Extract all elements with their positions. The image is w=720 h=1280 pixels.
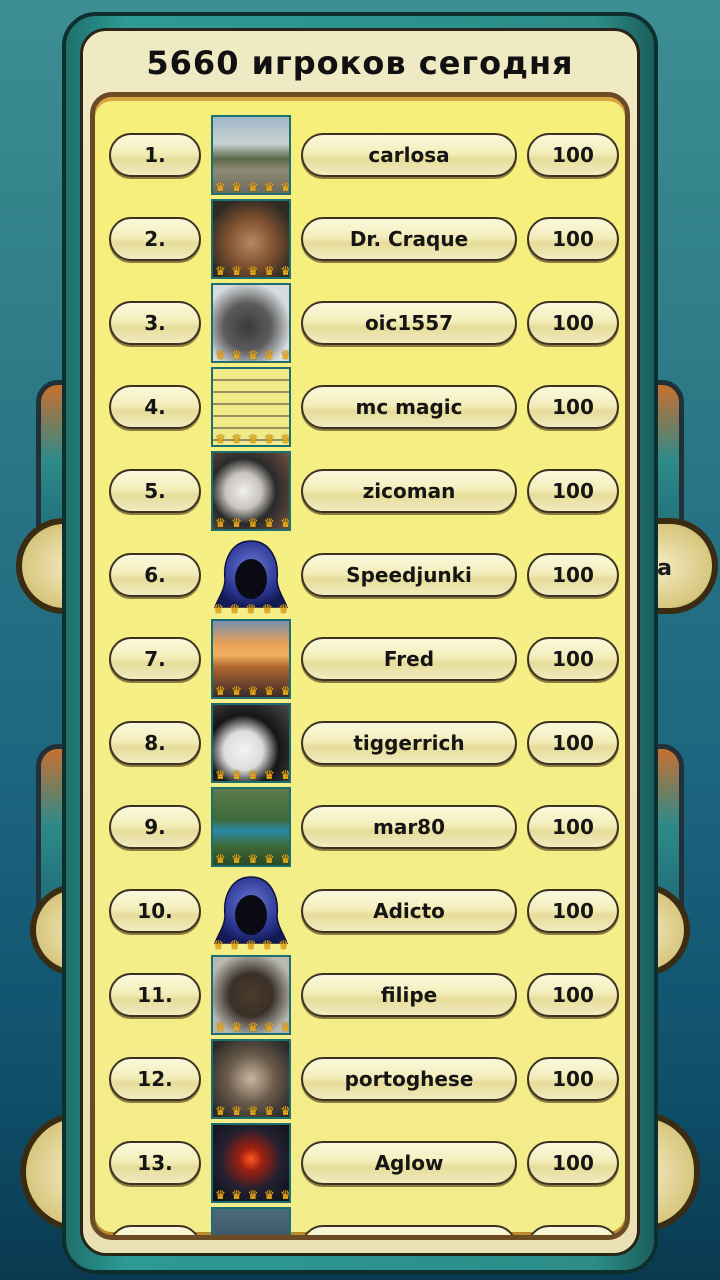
player-name-button[interactable]: Fred (301, 637, 517, 681)
rank-badge: 7. (109, 637, 201, 681)
leaderboard-row[interactable]: 9. ♛ ♛ ♛ ♛ ♛ mar80 100 (95, 769, 625, 867)
player-name-button[interactable]: portoghese (301, 1057, 517, 1101)
rank-badge: 13. (109, 1141, 201, 1185)
player-score: 100 (527, 217, 619, 261)
player-score: 100 (527, 1141, 619, 1185)
rank-badge: 6. (109, 553, 201, 597)
rank-badge: 1. (109, 133, 201, 177)
rank-badge: 9. (109, 805, 201, 849)
player-name-button[interactable]: Adicto (301, 889, 517, 933)
player-name-button[interactable]: Speedjunki (301, 553, 517, 597)
rank-badge: 10. (109, 889, 201, 933)
player-score: 100 (527, 553, 619, 597)
rank-badge: 5. (109, 469, 201, 513)
player-name-button[interactable]: Dr. Craque (301, 217, 517, 261)
player-name-button[interactable]: zicoman (301, 469, 517, 513)
leaderboard-row[interactable]: 7. ♛ ♛ ♛ ♛ ♛ Fred 100 (95, 601, 625, 699)
rank-badge (109, 1225, 201, 1235)
rank-badge: 3. (109, 301, 201, 345)
player-score: 100 (527, 637, 619, 681)
leaderboard-row-partial[interactable] (95, 1189, 625, 1235)
player-score: 100 (527, 385, 619, 429)
player-score: 100 (527, 133, 619, 177)
rank-badge: 12. (109, 1057, 201, 1101)
player-avatar[interactable] (211, 1207, 291, 1235)
player-score (527, 1225, 619, 1235)
player-score: 100 (527, 1057, 619, 1101)
player-score: 100 (527, 973, 619, 1017)
rank-badge: 2. (109, 217, 201, 261)
player-score: 100 (527, 721, 619, 765)
leaderboard-row[interactable]: 1. ♛ ♛ ♛ ♛ ♛ carlosa 100 (95, 97, 625, 195)
leaderboard-row[interactable]: 6. ♛ ♛ ♛ ♛ ♛ Speedjunki 100 (95, 517, 625, 615)
leaderboard-row[interactable]: 11. ♛ ♛ ♛ ♛ ♛ filipe 100 (95, 937, 625, 1035)
leaderboard-row[interactable]: 13. ♛ ♛ ♛ ♛ ♛ Aglow 100 (95, 1105, 625, 1203)
leaderboard-row[interactable]: 12. ♛ ♛ ♛ ♛ ♛ portoghese 100 (95, 1021, 625, 1119)
leaderboard-row[interactable]: 2. ♛ ♛ ♛ ♛ ♛ Dr. Craque 100 (95, 181, 625, 279)
rank-badge: 11. (109, 973, 201, 1017)
rank-badge: 4. (109, 385, 201, 429)
leaderboard-list[interactable]: 1. ♛ ♛ ♛ ♛ ♛ carlosa 100 2. ♛ ♛ ♛ ♛ ♛ Dr. Craque 100 3. ♛… (90, 92, 630, 1240)
player-name-button[interactable]: carlosa (301, 133, 517, 177)
leaderboard-row[interactable]: 10. ♛ ♛ ♛ ♛ ♛ Adicto 100 (95, 853, 625, 951)
player-name-button[interactable]: oic1557 (301, 301, 517, 345)
leaderboard-row[interactable]: 4. ♛ ♛ ♛ ♛ ♛ mc magic 100 (95, 349, 625, 447)
player-score: 100 (527, 889, 619, 933)
background-partial-label: a (657, 556, 672, 581)
player-name-button[interactable]: filipe (301, 973, 517, 1017)
player-name-button[interactable]: mar80 (301, 805, 517, 849)
player-score: 100 (527, 805, 619, 849)
player-name-button[interactable]: mc magic (301, 385, 517, 429)
rank-badge: 8. (109, 721, 201, 765)
player-name-button[interactable]: Aglow (301, 1141, 517, 1185)
player-score: 100 (527, 469, 619, 513)
player-score: 100 (527, 301, 619, 345)
player-name-button[interactable] (301, 1225, 517, 1235)
leaderboard-row[interactable]: 5. ♛ ♛ ♛ ♛ ♛ zicoman 100 (95, 433, 625, 531)
leaderboard-title: 5660 игроков сегодня (146, 44, 574, 82)
leaderboard-row[interactable]: 3. ♛ ♛ ♛ ♛ ♛ oic1557 100 (95, 265, 625, 363)
leaderboard-row[interactable]: 8. ♛ ♛ ♛ ♛ ♛ tiggerrich 100 (95, 685, 625, 783)
player-name-button[interactable]: tiggerrich (301, 721, 517, 765)
